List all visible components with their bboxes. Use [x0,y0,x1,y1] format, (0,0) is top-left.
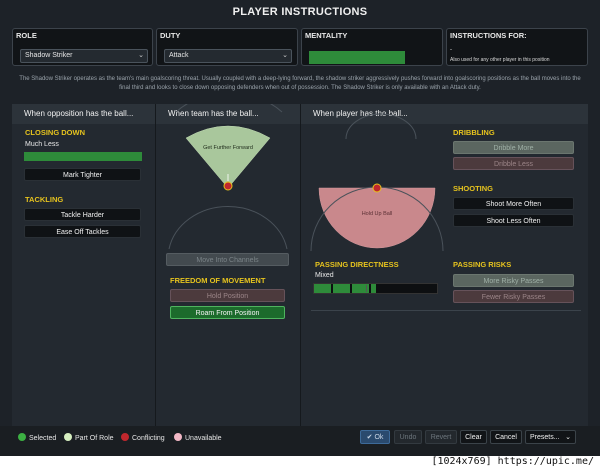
dribble-more-button[interactable]: Dribble More [453,141,574,154]
watermark: [1024x769] https://upic.me/ [431,456,594,467]
shooting-title: SHOOTING [453,184,494,193]
divider [311,310,581,311]
clear-button[interactable]: Clear [460,430,487,444]
role-box: ROLE Shadow Striker ⌄ [12,28,153,66]
closing-down-value: Much Less [25,141,59,148]
instructions-for-note: Also used for any other player in this p… [450,57,550,63]
role-select[interactable]: Shadow Striker ⌄ [20,49,148,63]
legend-selected-label: Selected [29,435,57,442]
role-description: The Shadow Striker operates as the team'… [19,76,581,91]
freedom-title: FREEDOM OF MOVEMENT [170,276,266,285]
ok-button[interactable]: ✔ Ok [360,430,390,444]
cancel-button[interactable]: Cancel [490,430,522,444]
mentality-label: MENTALITY [305,31,348,40]
instructions-for-label: INSTRUCTIONS FOR: [450,31,527,40]
chevron-down-icon: ⌄ [138,52,144,59]
pitch-arc-bottom [168,205,288,250]
hold-up-ball-zone[interactable] [318,187,436,249]
passing-directness-value: Mixed [315,272,334,279]
role-value: Shadow Striker [25,52,73,59]
player-instructions-window: PLAYER INSTRUCTIONS ROLE Shadow Striker … [0,0,600,456]
instructions-for-box: INSTRUCTIONS FOR: - Also used for any ot… [446,28,588,66]
duty-label: DUTY [160,31,181,40]
tackling-title: TACKLING [25,195,64,204]
closing-down-title: CLOSING DOWN [25,128,85,137]
player-panel: When player has the ball... Hold Up Ball… [301,104,588,426]
mentality-bar [309,51,405,64]
legend-unavailable: Unavailable [174,433,222,443]
opposition-header: When opposition has the ball... [12,104,155,124]
legend-selected: Selected [18,433,56,443]
window-title: PLAYER INSTRUCTIONS [232,6,368,18]
legend-part-of-role-label: Part Of Role [75,435,114,442]
hold-up-ball-label: Hold Up Ball [361,211,393,217]
player-position-marker [223,181,233,191]
team-panel: When team has the ball... Get Further Fo… [156,104,301,426]
tackle-harder-button[interactable]: Tackle Harder [24,208,141,221]
passing-directness-title: PASSING DIRECTNESS [315,260,399,269]
selected-dot-icon [18,433,26,441]
closing-down-slider[interactable] [24,152,142,161]
dribbling-title: DRIBBLING [453,128,495,137]
legend-conflicting: Conflicting [121,433,165,443]
hold-position-button[interactable]: Hold Position [170,289,285,302]
player-position-marker [372,183,382,193]
undo-button[interactable]: Undo [394,430,422,444]
duty-select[interactable]: Attack ⌄ [164,49,292,63]
move-into-channels-button[interactable]: Move Into Channels [166,253,289,266]
shoot-less-often-button[interactable]: Shoot Less Often [453,214,574,227]
get-further-forward-label: Get Further Forward [203,145,253,151]
ok-label: Ok [374,434,384,441]
pitch-arc-top [175,104,283,113]
duty-value: Attack [169,52,189,59]
pitch-arc-top [345,113,417,140]
instructions-for-value: - [450,47,452,53]
legend-conflicting-label: Conflicting [132,435,165,442]
revert-button[interactable]: Revert [425,430,457,444]
fewer-risky-passes-button[interactable]: Fewer Risky Passes [453,290,574,303]
part-of-role-dot-icon [64,433,72,441]
closing-down-fill [24,152,142,161]
shoot-more-often-button[interactable]: Shoot More Often [453,197,574,210]
legend-part-of-role: Part Of Role [64,433,114,443]
passing-directness-slider[interactable] [313,283,438,294]
mentality-box: MENTALITY [301,28,443,66]
mark-tighter-button[interactable]: Mark Tighter [24,168,141,181]
roam-from-position-button[interactable]: Roam From Position [170,306,285,319]
chevron-down-icon: ⌄ [565,434,571,441]
duty-box: DUTY Attack ⌄ [156,28,298,66]
more-risky-passes-button[interactable]: More Risky Passes [453,274,574,287]
ease-off-tackles-button[interactable]: Ease Off Tackles [24,225,141,238]
dribble-less-button[interactable]: Dribble Less [453,157,574,170]
conflicting-dot-icon [121,433,129,441]
passing-risks-title: PASSING RISKS [453,260,512,269]
role-label: ROLE [16,31,37,40]
team-pitch [168,104,288,250]
unavailable-dot-icon [174,433,182,441]
presets-label: Presets... [530,434,560,441]
legend-unavailable-label: Unavailable [185,435,222,442]
check-icon: ✔ [366,434,373,441]
presets-button[interactable]: Presets... ⌄ [525,430,576,444]
passing-directness-tick [366,285,367,292]
opposition-panel: When opposition has the ball... CLOSING … [12,104,156,426]
chevron-down-icon: ⌄ [282,52,288,59]
